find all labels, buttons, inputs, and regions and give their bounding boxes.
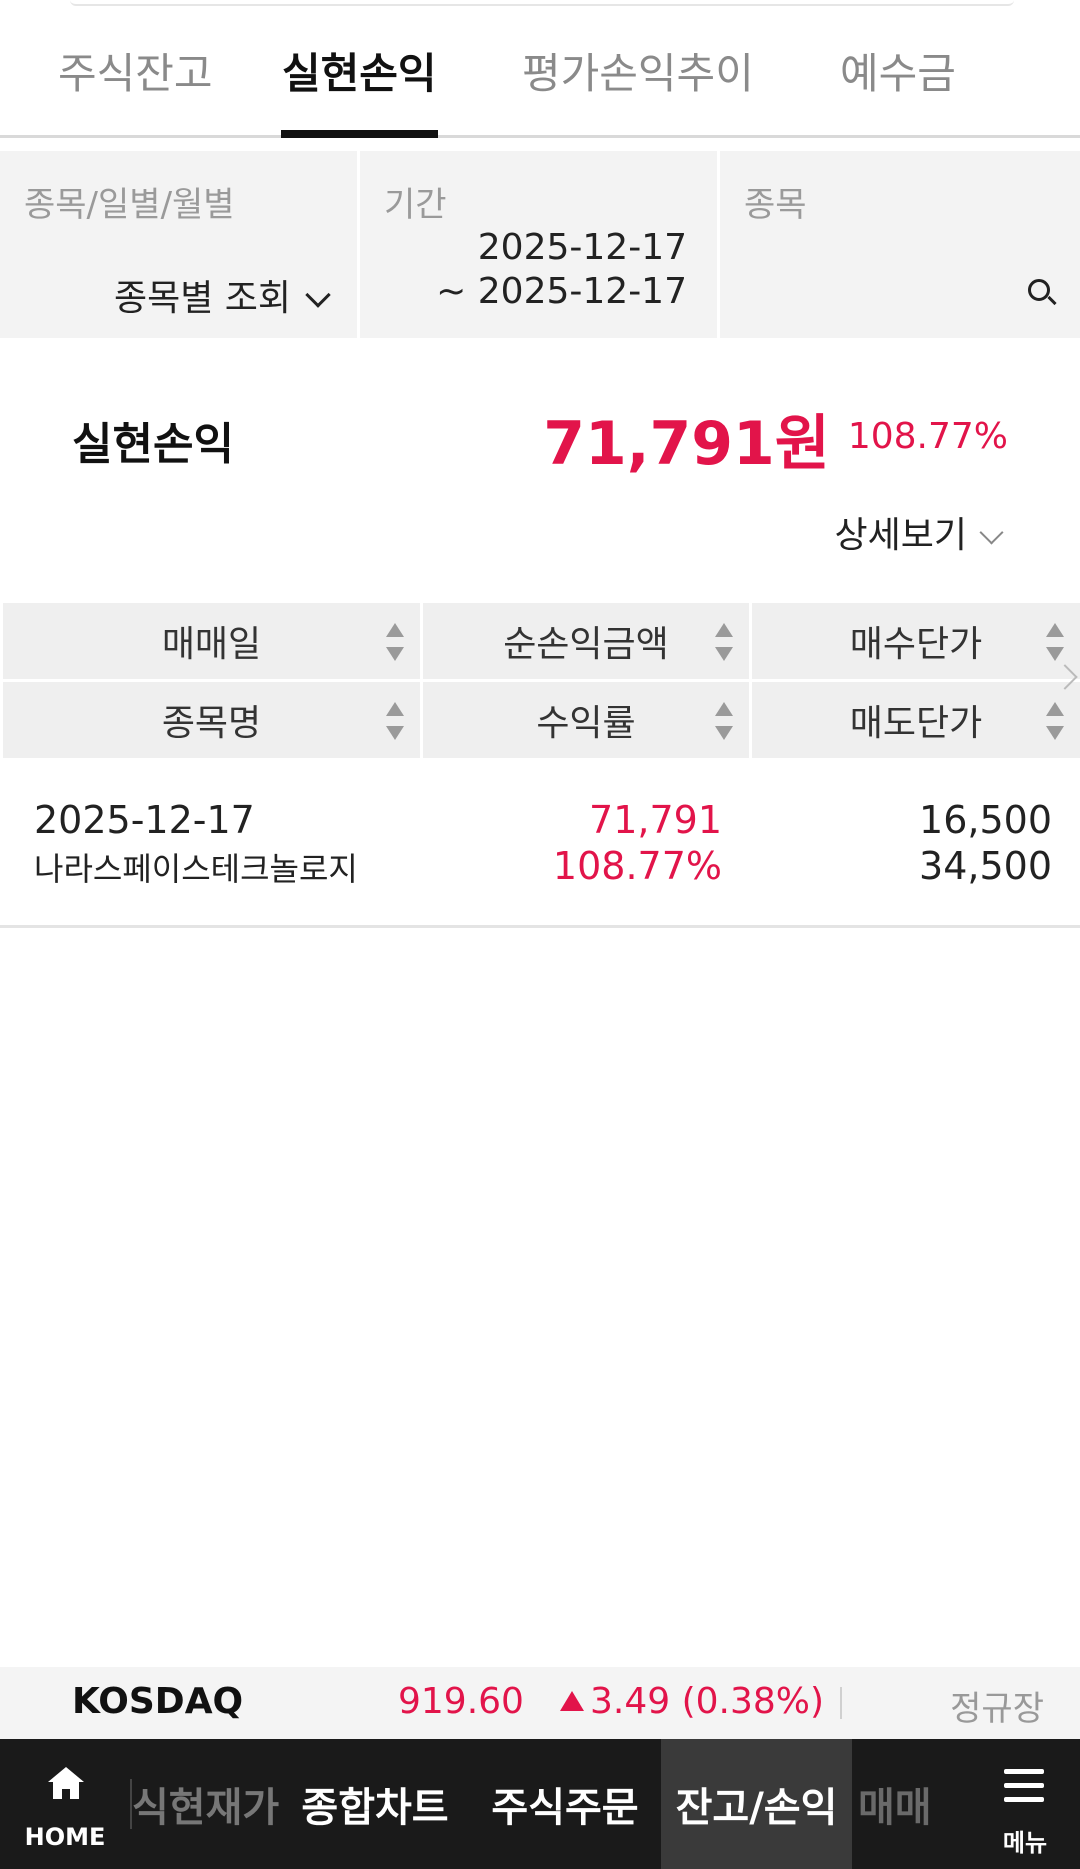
market-index-change: 3.49 (0.38%) — [560, 1681, 824, 1722]
table-row[interactable]: 2025-12-17 나라스페이스테크놀로지 71,791 108.77% 16… — [0, 758, 1080, 928]
filter-panel: 종목/일별/월별 종목별 조회 기간 2025-12-17 ~ 2025-12-… — [0, 151, 1080, 338]
realized-pnl-label: 실현손익 — [72, 419, 234, 470]
tab-realized-pnl[interactable]: 실현손익 — [282, 40, 437, 101]
stock-name: 나라스페이스테크놀로지 — [34, 850, 358, 888]
detail-view-button[interactable]: 상세보기 — [834, 506, 1004, 558]
period-to: ~ 2025-12-17 — [436, 271, 687, 312]
sort-icon[interactable] — [1046, 702, 1064, 740]
nav-chart[interactable]: 종합차트 — [280, 1739, 470, 1869]
header-label: 매수단가 — [849, 624, 983, 665]
market-session: 정규장 — [950, 1689, 1044, 1729]
up-triangle-icon — [560, 1691, 584, 1711]
tab-stock-balance[interactable]: 주식잔고 — [58, 40, 213, 101]
nav-balance-pnl[interactable]: 잔고/손익 — [661, 1739, 852, 1869]
menu-button[interactable]: 메뉴 — [970, 1739, 1080, 1869]
header-row-1: 매매일 순손익금액 매수단가 — [0, 603, 1080, 679]
header-label: 순손익금액 — [503, 624, 669, 665]
view-type-label: 종목/일별/월별 — [24, 185, 235, 225]
header-label: 종목명 — [161, 703, 262, 744]
divider — [840, 1687, 842, 1719]
realized-pnl-amount: 71,791원 — [543, 409, 830, 479]
active-tab-indicator — [281, 130, 438, 138]
market-ticker[interactable]: KOSDAQ 919.60 3.49 (0.38%) 정규장 — [0, 1667, 1080, 1739]
view-type-filter[interactable]: 종목/일별/월별 종목별 조회 — [0, 151, 357, 338]
header-net-profit[interactable]: 순손익금액 — [423, 603, 749, 679]
home-button[interactable]: HOME — [0, 1739, 130, 1869]
header-sell-price[interactable]: 매도단가 — [752, 682, 1080, 758]
period-filter[interactable]: 기간 2025-12-17 ~ 2025-12-17 — [360, 151, 717, 338]
search-icon[interactable] — [1028, 279, 1050, 301]
return-rate: 108.77% — [552, 844, 722, 888]
header-label: 매매일 — [161, 624, 262, 665]
buy-price: 16,500 — [919, 798, 1052, 842]
chevron-down-icon — [305, 282, 331, 308]
period-label: 기간 — [384, 185, 447, 225]
nav-order[interactable]: 주식주문 — [470, 1739, 660, 1869]
detail-view-label: 상세보기 — [834, 515, 967, 556]
realized-pnl-rate: 108.77% — [847, 416, 1008, 457]
bottom-navigation: HOME 식현재가 종합차트 주식주문 잔고/손익 매매 메뉴 — [0, 1739, 1080, 1869]
trade-date: 2025-12-17 — [34, 798, 255, 842]
sort-icon[interactable] — [386, 623, 404, 661]
hamburger-icon — [1004, 1769, 1044, 1811]
header-label: 매도단가 — [849, 703, 983, 744]
header-buy-price[interactable]: 매수단가 — [752, 603, 1080, 679]
home-icon — [48, 1767, 84, 1799]
menu-label: 메뉴 — [1002, 1829, 1048, 1857]
header-label: 수익률 — [536, 703, 636, 744]
nav-current-price[interactable]: 식현재가 — [132, 1739, 279, 1869]
view-type-value: 종목별 조회 — [113, 278, 291, 319]
header-return-rate[interactable]: 수익률 — [423, 682, 749, 758]
market-change-value: 3.49 (0.38%) — [590, 1681, 825, 1722]
header-trade-date[interactable]: 매매일 — [3, 603, 420, 679]
market-index-name: KOSDAQ — [72, 1681, 244, 1722]
header-row-2: 종목명 수익률 매도단가 — [0, 682, 1080, 758]
market-index-price: 919.60 — [398, 1681, 524, 1722]
sell-price: 34,500 — [919, 844, 1052, 888]
sort-icon[interactable] — [715, 623, 733, 661]
sort-icon[interactable] — [715, 702, 733, 740]
nav-trade[interactable]: 매매 — [858, 1739, 970, 1869]
chevron-down-icon — [979, 520, 1004, 545]
tab-bar: 주식잔고 실현손익 평가손익추이 예수금 — [0, 0, 1080, 138]
stock-filter[interactable]: 종목 — [720, 151, 1080, 338]
net-profit: 71,791 — [589, 798, 722, 842]
header-stock-name[interactable]: 종목명 — [3, 682, 420, 758]
home-label: HOME — [24, 1823, 106, 1851]
sort-icon[interactable] — [386, 702, 404, 740]
stock-label: 종목 — [744, 185, 807, 225]
view-type-select[interactable]: 종목별 조회 — [113, 269, 331, 321]
sort-icon[interactable] — [1046, 623, 1064, 661]
tab-deposit[interactable]: 예수금 — [840, 40, 956, 101]
tab-valuation-trend[interactable]: 평가손익추이 — [522, 40, 754, 101]
period-from: 2025-12-17 — [477, 227, 687, 268]
